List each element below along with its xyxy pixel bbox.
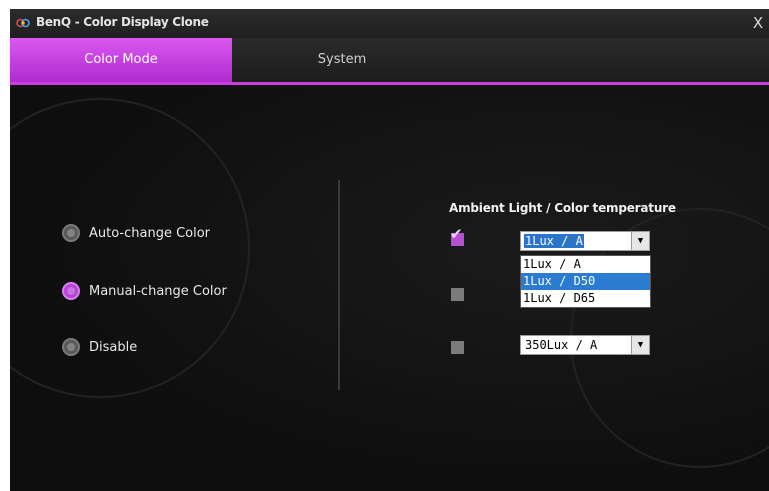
- dropdown-option[interactable]: 1Lux / D65: [521, 290, 650, 307]
- vertical-divider: [338, 180, 340, 390]
- radio-button[interactable]: [62, 338, 80, 356]
- radio-disable[interactable]: Disable: [62, 336, 137, 358]
- tab-bar: Color Mode System: [10, 38, 769, 85]
- radio-manual-change-color[interactable]: Manual-change Color: [62, 280, 227, 302]
- dropdown-option[interactable]: 1Lux / A: [521, 256, 650, 273]
- chevron-down-icon[interactable]: ▼: [631, 232, 649, 250]
- ambient-select-1[interactable]: 1Lux / A ▼: [520, 231, 650, 251]
- radio-label: Auto-change Color: [89, 225, 211, 241]
- tab-color-mode[interactable]: Color Mode: [10, 38, 232, 82]
- radio-button[interactable]: [62, 282, 80, 300]
- dropdown-option[interactable]: 1Lux / D50: [521, 273, 650, 290]
- window-title: BenQ - Color Display Clone: [36, 15, 209, 29]
- ambient-light-title: Ambient Light / Color temperature: [449, 201, 676, 215]
- checkmark-icon: ✔: [450, 225, 463, 243]
- color-mode-panel: Auto-change Color Manual-change Color Di…: [10, 88, 769, 491]
- radio-label: Disable: [89, 339, 138, 355]
- chevron-down-icon[interactable]: ▼: [631, 336, 649, 354]
- ambient-checkbox-2[interactable]: [451, 288, 464, 301]
- tab-system[interactable]: System: [232, 38, 452, 82]
- select-value: 350Lux / A: [525, 338, 598, 352]
- radio-button[interactable]: [62, 224, 80, 242]
- select-value: 1Lux / A: [524, 234, 584, 248]
- close-button[interactable]: X: [747, 9, 769, 38]
- app-window: BenQ - Color Display Clone X Color Mode …: [10, 9, 769, 491]
- benq-logo-icon: [16, 18, 30, 28]
- ambient-select-3[interactable]: 350Lux / A ▼: [520, 335, 650, 355]
- ambient-checkbox-3[interactable]: [451, 341, 464, 354]
- radio-label: Manual-change Color: [89, 283, 227, 299]
- ambient-dropdown-list: 1Lux / A 1Lux / D50 1Lux / D65: [520, 255, 651, 308]
- ambient-checkbox-1[interactable]: ✔: [450, 227, 464, 246]
- title-bar[interactable]: BenQ - Color Display Clone X: [10, 9, 769, 38]
- radio-auto-change-color[interactable]: Auto-change Color: [62, 222, 210, 244]
